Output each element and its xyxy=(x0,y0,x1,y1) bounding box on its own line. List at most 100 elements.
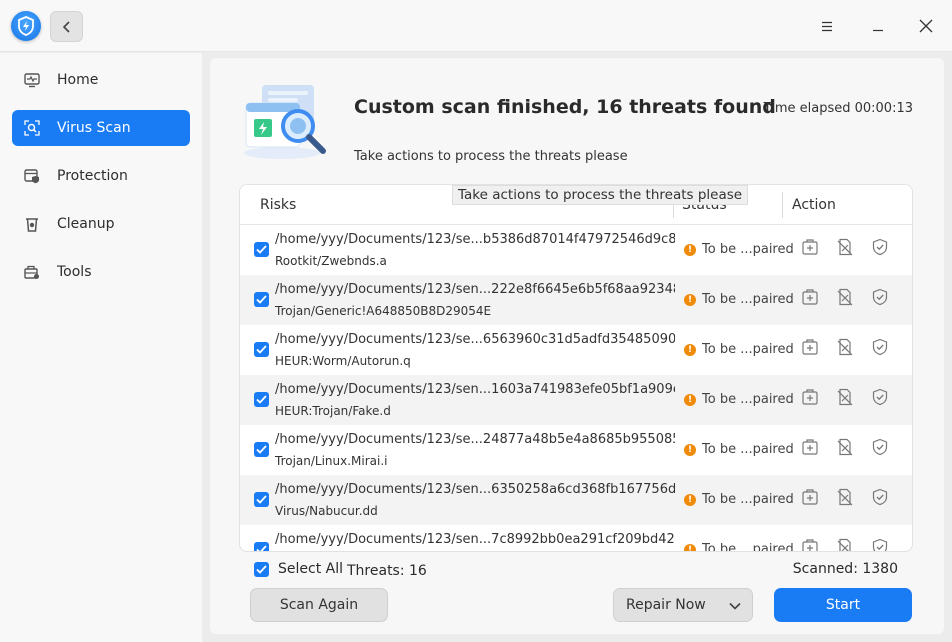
close-button[interactable] xyxy=(914,14,938,38)
title-bar xyxy=(0,0,952,52)
column-header-risks: Risks xyxy=(260,197,297,213)
table-row[interactable]: /home/yyy/Documents/123/sen...6350258a6c… xyxy=(240,475,912,525)
table-row[interactable]: /home/yyy/Documents/123/sen...222e8f6645… xyxy=(240,275,912,325)
select-all-label[interactable]: Select All xyxy=(278,561,343,577)
threat-status: ! To be ...paired xyxy=(684,442,794,457)
isolate-icon[interactable] xyxy=(801,238,819,256)
threat-name: Virus/Nabucur.dd xyxy=(275,504,378,518)
menu-button[interactable] xyxy=(815,14,839,38)
elapsed-time: Time elapsed 00:00:13 xyxy=(763,101,913,116)
sidebar-item-label: Protection xyxy=(57,168,128,184)
repair-select-value: Repair Now xyxy=(626,597,706,613)
row-checkbox[interactable] xyxy=(254,542,269,551)
checkmark-icon xyxy=(256,565,267,574)
threats-count: Threats: 16 xyxy=(347,563,427,579)
threat-name: HEUR:Trojan/Fake.d xyxy=(275,404,391,418)
sidebar-item-protection[interactable]: Protection xyxy=(12,158,190,194)
threat-status: ! To be ...paired xyxy=(684,242,794,257)
delete-file-icon[interactable] xyxy=(836,438,854,456)
row-checkbox[interactable] xyxy=(254,492,269,507)
sidebar-item-label: Tools xyxy=(57,264,92,280)
threat-path: /home/yyy/Documents/123/sen...222e8f6645… xyxy=(275,282,675,297)
trust-shield-icon[interactable] xyxy=(871,338,889,356)
status-text: To be ...paired xyxy=(702,392,794,407)
delete-file-icon[interactable] xyxy=(836,238,854,256)
isolate-icon[interactable] xyxy=(801,288,819,306)
row-checkbox[interactable] xyxy=(254,442,269,457)
back-button[interactable] xyxy=(50,11,83,42)
scan-magnifier-icon xyxy=(24,120,40,136)
trust-shield-icon[interactable] xyxy=(871,238,889,256)
isolate-icon[interactable] xyxy=(801,388,819,406)
delete-file-icon[interactable] xyxy=(836,488,854,506)
page-subtitle: Take actions to process the threats plea… xyxy=(354,149,628,164)
sidebar-item-label: Home xyxy=(57,72,99,88)
table-row[interactable]: /home/yyy/Documents/123/se...6563960c31d… xyxy=(240,325,912,375)
status-text: To be ...paired xyxy=(702,542,794,552)
sidebar-item-label: Virus Scan xyxy=(57,120,131,136)
delete-file-icon[interactable] xyxy=(836,538,854,552)
trust-shield-icon[interactable] xyxy=(871,488,889,506)
threat-path: /home/yyy/Documents/123/sen...6350258a6c… xyxy=(275,482,675,497)
select-all-checkbox[interactable] xyxy=(254,562,269,577)
checkmark-icon xyxy=(256,395,267,404)
sidebar-item-virus-scan[interactable]: Virus Scan xyxy=(12,110,190,146)
threat-status: ! To be ...paired xyxy=(684,542,794,552)
threat-path: /home/yyy/Documents/123/se...6563960c31d… xyxy=(275,332,675,347)
warning-icon: ! xyxy=(684,543,696,551)
trash-icon xyxy=(24,216,40,232)
isolate-icon[interactable] xyxy=(801,538,819,552)
threat-name: Rootkit/Zwebnds.a xyxy=(275,254,387,268)
isolate-icon[interactable] xyxy=(801,438,819,456)
delete-file-icon[interactable] xyxy=(836,288,854,306)
table-row[interactable]: /home/yyy/Documents/123/se...b5386d87014… xyxy=(240,225,912,275)
sidebar-item-cleanup[interactable]: Cleanup xyxy=(12,206,190,242)
sidebar-item-home[interactable]: Home xyxy=(12,62,190,98)
chevron-left-icon xyxy=(62,20,70,33)
trust-shield-icon[interactable] xyxy=(871,288,889,306)
menu-icon xyxy=(822,21,832,31)
sidebar-item-label: Cleanup xyxy=(57,216,115,232)
delete-file-icon[interactable] xyxy=(836,338,854,356)
threat-name: Trojan/Linux.Mirai.i xyxy=(275,454,388,468)
table-row[interactable]: /home/yyy/Documents/123/sen...1603a74198… xyxy=(240,375,912,425)
row-checkbox[interactable] xyxy=(254,392,269,407)
minimize-button[interactable] xyxy=(866,14,890,38)
threats-table: Risks Status Action /home/yyy/Documents/… xyxy=(239,184,913,552)
threat-status: ! To be ...paired xyxy=(684,342,794,357)
scan-illustration-icon xyxy=(240,83,332,161)
isolate-icon[interactable] xyxy=(801,488,819,506)
isolate-icon[interactable] xyxy=(801,338,819,356)
status-text: To be ...paired xyxy=(702,342,794,357)
row-checkbox[interactable] xyxy=(254,292,269,307)
checkmark-icon xyxy=(256,345,267,354)
toolbox-icon xyxy=(24,264,40,280)
warning-icon: ! xyxy=(684,493,696,506)
threat-status: ! To be ...paired xyxy=(684,492,794,507)
chevron-down-icon xyxy=(729,602,741,610)
tooltip: Take actions to process the threats plea… xyxy=(452,185,749,205)
warning-icon: ! xyxy=(684,343,696,356)
threat-path: /home/yyy/Documents/123/sen...1603a74198… xyxy=(275,382,675,397)
warning-icon: ! xyxy=(684,443,696,456)
status-text: To be ...paired xyxy=(702,442,794,457)
table-row[interactable]: /home/yyy/Documents/123/se...24877a48b5e… xyxy=(240,425,912,475)
scan-again-button[interactable]: Scan Again xyxy=(250,588,388,622)
repair-action-select[interactable]: Repair Now xyxy=(613,588,753,622)
row-checkbox[interactable] xyxy=(254,242,269,257)
checkmark-icon xyxy=(256,445,267,454)
trust-shield-icon[interactable] xyxy=(871,438,889,456)
threat-path: /home/yyy/Documents/123/se...24877a48b5e… xyxy=(275,432,675,447)
sidebar-item-tools[interactable]: Tools xyxy=(12,254,190,290)
start-button[interactable]: Start xyxy=(774,588,912,622)
warning-icon: ! xyxy=(684,393,696,406)
row-checkbox[interactable] xyxy=(254,342,269,357)
column-header-action: Action xyxy=(792,197,836,213)
scanned-count: Scanned: 1380 xyxy=(792,561,898,577)
trust-shield-icon[interactable] xyxy=(871,538,889,552)
column-divider xyxy=(782,192,783,218)
checkmark-icon xyxy=(256,245,267,254)
table-row[interactable]: /home/yyy/Documents/123/sen...7c8992bb0e… xyxy=(240,525,912,552)
trust-shield-icon[interactable] xyxy=(871,388,889,406)
delete-file-icon[interactable] xyxy=(836,388,854,406)
